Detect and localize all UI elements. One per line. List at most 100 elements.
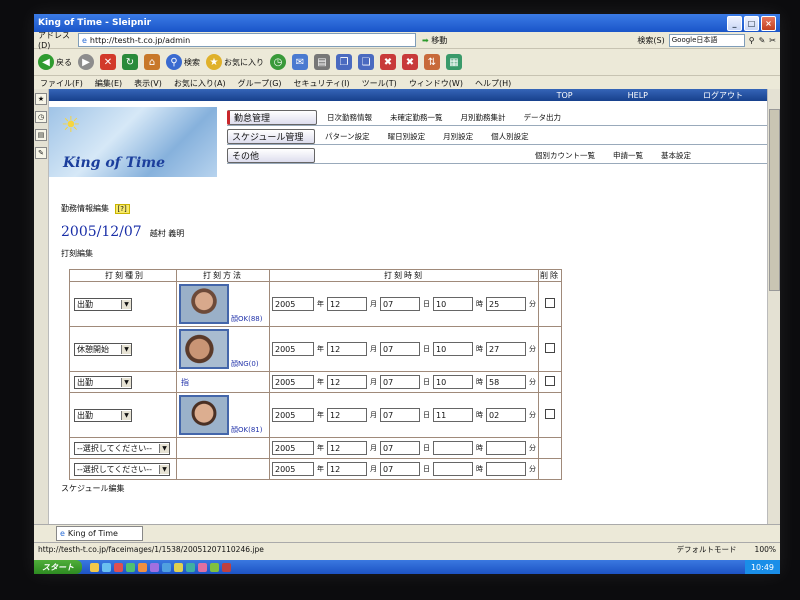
- day-input[interactable]: 07: [380, 375, 420, 389]
- minute-input[interactable]: 58: [486, 375, 526, 389]
- magnifier-icon[interactable]: ⚲: [749, 36, 755, 45]
- nav-personal[interactable]: 個人別設定: [491, 131, 529, 142]
- app-icon[interactable]: [174, 562, 183, 572]
- nav-daily-info[interactable]: 日次勤務情報: [327, 112, 372, 123]
- year-input[interactable]: 2005: [272, 462, 314, 476]
- stop-icon[interactable]: ✕: [100, 54, 116, 70]
- print-icon[interactable]: ▤: [314, 54, 330, 70]
- nav-unconfirmed[interactable]: 未確定勤務一覧: [390, 112, 443, 123]
- nav-attendance[interactable]: 勤怠管理: [227, 109, 317, 125]
- year-input[interactable]: 2005: [272, 441, 314, 455]
- browser-icon[interactable]: [102, 562, 111, 572]
- search-engine-input[interactable]: Google日本語: [668, 33, 745, 47]
- scrollbar-thumb[interactable]: [769, 109, 780, 291]
- hour-input[interactable]: 10: [433, 342, 473, 356]
- refresh-icon[interactable]: ↻: [122, 54, 138, 70]
- nav-count-list[interactable]: 個別カウント一覧: [535, 150, 595, 161]
- month-input[interactable]: 12: [327, 462, 367, 476]
- menu-edit[interactable]: 編集(E): [95, 78, 122, 89]
- menu-security[interactable]: セキュリティ(I): [294, 78, 350, 89]
- address-input[interactable]: e http://testh-t.co.jp/admin: [78, 33, 416, 47]
- back-button[interactable]: ◀ 戻る: [38, 54, 72, 70]
- folder-icon[interactable]: [90, 562, 99, 572]
- hour-input[interactable]: 11: [433, 408, 473, 422]
- menu-file[interactable]: ファイル(F): [40, 78, 83, 89]
- help-link[interactable]: HELP: [628, 91, 648, 100]
- minute-input[interactable]: 02: [486, 408, 526, 422]
- delete-checkbox[interactable]: [545, 343, 555, 353]
- month-input[interactable]: 12: [327, 297, 367, 311]
- month-input[interactable]: 12: [327, 441, 367, 455]
- app-icon[interactable]: [126, 562, 135, 572]
- nav-basic-settings[interactable]: 基本設定: [661, 150, 691, 161]
- face-photo[interactable]: [179, 329, 229, 369]
- day-input[interactable]: 07: [380, 297, 420, 311]
- fingerprint-method[interactable]: 指: [177, 378, 189, 387]
- star-panel-icon[interactable]: ★: [35, 93, 47, 105]
- nav-monthly[interactable]: 月別設定: [443, 131, 473, 142]
- year-input[interactable]: 2005: [272, 297, 314, 311]
- history-panel-icon[interactable]: ◷: [35, 111, 47, 123]
- hour-input[interactable]: [433, 441, 473, 455]
- app-icon[interactable]: [186, 562, 195, 572]
- hour-input[interactable]: 10: [433, 375, 473, 389]
- mode-indicator[interactable]: デフォルトモード: [677, 544, 737, 555]
- clip-icon[interactable]: ✂: [769, 36, 776, 45]
- delete-checkbox[interactable]: [545, 376, 555, 386]
- punch-type-select[interactable]: 出勤 ▼: [74, 408, 132, 422]
- app-icon[interactable]: [162, 562, 171, 572]
- page-panel-icon[interactable]: ▤: [35, 129, 47, 141]
- day-input[interactable]: 07: [380, 342, 420, 356]
- day-input[interactable]: 07: [380, 462, 420, 476]
- tab-king-of-time[interactable]: e King of Time: [56, 525, 143, 541]
- face-photo[interactable]: [179, 395, 229, 435]
- day-input[interactable]: 07: [380, 441, 420, 455]
- maximize-button[interactable]: □: [744, 15, 759, 31]
- app-icon[interactable]: [222, 562, 231, 572]
- start-button[interactable]: スタート: [34, 560, 82, 574]
- minute-input[interactable]: [486, 441, 526, 455]
- minimize-button[interactable]: _: [727, 15, 742, 31]
- sort-icon[interactable]: ⇅: [424, 54, 440, 70]
- punch-type-select[interactable]: 出勤 ▼: [74, 297, 132, 311]
- delete-checkbox[interactable]: [545, 409, 555, 419]
- nav-monthly-summary[interactable]: 月別勤務集計: [461, 112, 506, 123]
- menu-tools[interactable]: ツール(T): [362, 78, 397, 89]
- face-result[interactable]: 顔NG(0): [231, 359, 259, 369]
- year-input[interactable]: 2005: [272, 375, 314, 389]
- menu-favorites[interactable]: お気に入り(A): [174, 78, 226, 89]
- group-icon[interactable]: ▦: [446, 54, 462, 70]
- month-input[interactable]: 12: [327, 375, 367, 389]
- go-button[interactable]: ➡ 移動: [422, 35, 447, 46]
- hour-input[interactable]: [433, 462, 473, 476]
- minute-input[interactable]: 25: [486, 297, 526, 311]
- hour-input[interactable]: 10: [433, 297, 473, 311]
- nav-weekday[interactable]: 曜日別設定: [388, 131, 426, 142]
- month-input[interactable]: 12: [327, 408, 367, 422]
- face-photo[interactable]: [179, 284, 229, 324]
- nav-schedule[interactable]: スケジュール管理: [227, 128, 315, 144]
- app-icon[interactable]: [198, 562, 207, 572]
- history-icon[interactable]: ◷: [270, 54, 286, 70]
- pen-icon[interactable]: ✎: [759, 36, 766, 45]
- day-input[interactable]: 07: [380, 408, 420, 422]
- help-badge[interactable]: [?]: [114, 204, 130, 214]
- home-icon[interactable]: ⌂: [144, 54, 160, 70]
- close-tabs-icon[interactable]: ✖: [380, 54, 396, 70]
- punch-type-select[interactable]: --選択してください-- ▼: [74, 441, 170, 455]
- nav-data-export[interactable]: データ出力: [524, 112, 562, 123]
- punch-type-select[interactable]: 休憩開始 ▼: [74, 342, 132, 356]
- month-input[interactable]: 12: [327, 342, 367, 356]
- app-icon[interactable]: [150, 562, 159, 572]
- app-icon[interactable]: [210, 562, 219, 572]
- app-icon[interactable]: [114, 562, 123, 572]
- memo-panel-icon[interactable]: ✎: [35, 147, 47, 159]
- punch-type-select[interactable]: 出勤 ▼: [74, 375, 132, 389]
- nav-pattern[interactable]: パターン設定: [325, 131, 370, 142]
- delete-checkbox[interactable]: [545, 298, 555, 308]
- close-others-icon[interactable]: ✖: [402, 54, 418, 70]
- top-link[interactable]: TOP: [557, 91, 573, 100]
- face-result[interactable]: 顔OK(81): [231, 425, 262, 435]
- minute-input[interactable]: [486, 462, 526, 476]
- close-button[interactable]: ×: [761, 15, 776, 31]
